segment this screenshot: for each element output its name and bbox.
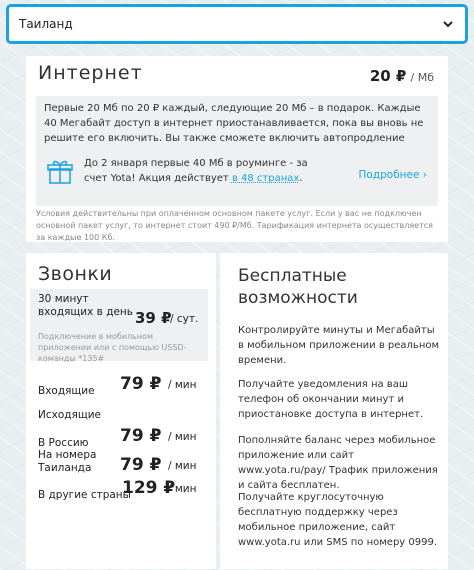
outgoing-label: Исходящие [38,409,102,421]
internet-price: 20 ₽ / Мб [370,67,434,85]
free-item: Пополняйте баланс через мобильное прилож… [238,435,438,491]
promo-text: До 2 января первые 40 Мб в роуминге - за… [84,158,308,184]
package-price: 39 ₽ [135,309,172,327]
country-select-value: Таиланд [19,17,73,31]
calls-package: 30 минут входящих в день 39 ₽ / сут. Под… [30,289,208,363]
free-title: Бесплатные возможности [238,266,358,308]
internet-info-panel: Первые 20 Мб по 20 ₽ каждый, следующие 2… [36,96,438,206]
chevron-down-icon [443,21,453,28]
to-thailand-label: На номера Таиланда [38,449,97,474]
outgoing-header: Исходящие [38,403,218,422]
calls-card: Звонки 30 минут входящих в день 39 ₽ / с… [26,253,216,569]
to-thailand-unit: / мин [168,460,197,472]
internet-price-unit: / Мб [410,71,434,84]
free-features-card: Бесплатные возможности Контролируйте мин… [220,253,448,569]
free-item: Получайте уведомления на ваш телефон об … [238,379,424,420]
roaming-promo: До 2 января первые 40 Мб в роуминге - за… [44,156,429,196]
package-label: 30 минут входящих в день [38,293,133,318]
promo-countries-link[interactable]: в 48 странах [232,173,299,184]
other-countries-unit: / мин [168,483,197,495]
to-russia-unit: / мин [168,431,197,443]
other-countries-row: В другие страны 129 ₽ / мин [38,478,218,502]
internet-card: Интернет 20 ₽ / Мб Первые 20 Мб по 20 ₽ … [26,56,448,242]
gift-icon [47,160,73,184]
internet-description: Первые 20 Мб по 20 ₽ каждый, следующие 2… [44,103,424,144]
to-russia-price: 79 ₽ [120,426,162,446]
incoming-row: Входящие 79 ₽ / мин [38,374,218,398]
internet-title: Интернет [38,62,143,84]
internet-note: Условия действительны при оплаченном осн… [36,209,433,242]
incoming-unit: / мин [168,379,197,391]
internet-price-value: 20 ₽ [369,67,407,85]
to-thailand-price: 79 ₽ [120,455,162,475]
incoming-label: Входящие [38,385,95,397]
package-unit: / сут. [170,313,199,325]
free-item: Контролируйте минуты и Мегабайты в мобил… [238,325,440,366]
country-select[interactable]: Таиланд [6,4,468,44]
calls-title: Звонки [38,263,113,285]
other-countries-label: В другие страны [38,489,131,501]
to-thailand-row: На номера Таиланда 79 ₽ / мин [38,449,218,475]
to-russia-label: В Россию [38,437,89,449]
incoming-price: 79 ₽ [120,374,162,394]
package-note: Подключение в мобильном приложении или с… [38,332,187,363]
more-link[interactable]: Подробнее › [359,169,427,181]
to-russia-row: В Россию 79 ₽ / мин [38,426,218,450]
free-item: Получайте круглосуточную бесплатную подд… [238,492,438,548]
